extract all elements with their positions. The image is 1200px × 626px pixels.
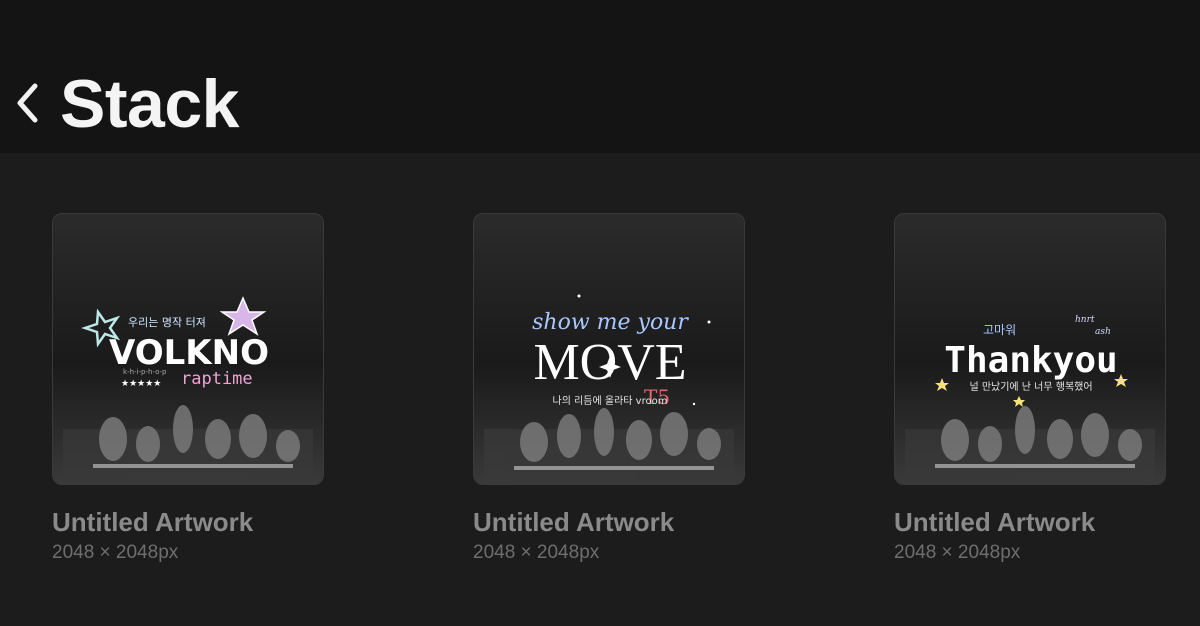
artwork-top-text: 우리는 명작 터져 bbox=[128, 316, 206, 329]
artwork-top-text: 고마워 bbox=[983, 323, 1016, 337]
artwork-sub-text: raptime bbox=[181, 369, 253, 389]
artwork-dimensions: 2048 × 2048px bbox=[52, 542, 179, 563]
artwork-card[interactable]: 우리는 명작 터져 VOLKNO k-h-i-p-h-o-p ★★★★★ rap… bbox=[52, 213, 324, 564]
artwork-card[interactable]: 고마워 hnrt ash Thankyou 널 만났기에 난 너무 행복했어 U… bbox=[894, 213, 1166, 564]
artwork-bottom-text: 나의 리듬에 올라타 vroom bbox=[553, 395, 668, 407]
artwork-dimensions: 2048 × 2048px bbox=[894, 542, 1021, 563]
back-button[interactable] bbox=[10, 78, 46, 128]
artwork-thumbnail[interactable]: 우리는 명작 터져 VOLKNO k-h-i-p-h-o-p ★★★★★ rap… bbox=[52, 213, 324, 485]
artwork-small-text: k-h-i-p-h-o-p bbox=[123, 368, 167, 376]
artwork-title: Untitled Artwork bbox=[52, 507, 254, 537]
artwork-corner-text: hnrt bbox=[1075, 315, 1095, 325]
artwork-main-text: Thankyou bbox=[944, 340, 1117, 381]
artwork-thumbnail[interactable]: 고마워 hnrt ash Thankyou 널 만났기에 난 너무 행복했어 bbox=[894, 213, 1166, 485]
artwork-main-text: VOLKNO bbox=[109, 333, 269, 373]
artwork-dimensions: 2048 × 2048px bbox=[473, 542, 600, 563]
top-bar: Stack bbox=[0, 0, 1200, 153]
artwork-title: Untitled Artwork bbox=[473, 507, 675, 537]
artwork-stars: ★★★★★ bbox=[121, 379, 161, 389]
artwork-bottom-text: 널 만났기에 난 너무 행복했어 bbox=[969, 380, 1092, 393]
artwork-card[interactable]: show me your MOVE T5 나의 리듬에 올라타 vroom Un… bbox=[473, 213, 745, 564]
artwork-title: Untitled Artwork bbox=[894, 507, 1096, 537]
artwork-thumbnail[interactable]: show me your MOVE T5 나의 리듬에 올라타 vroom bbox=[473, 213, 745, 485]
page-title: Stack bbox=[60, 66, 239, 142]
artwork-corner2-text: ash bbox=[1095, 327, 1111, 337]
artwork-top-text: show me your bbox=[532, 310, 689, 335]
chevron-left-icon bbox=[17, 83, 38, 123]
